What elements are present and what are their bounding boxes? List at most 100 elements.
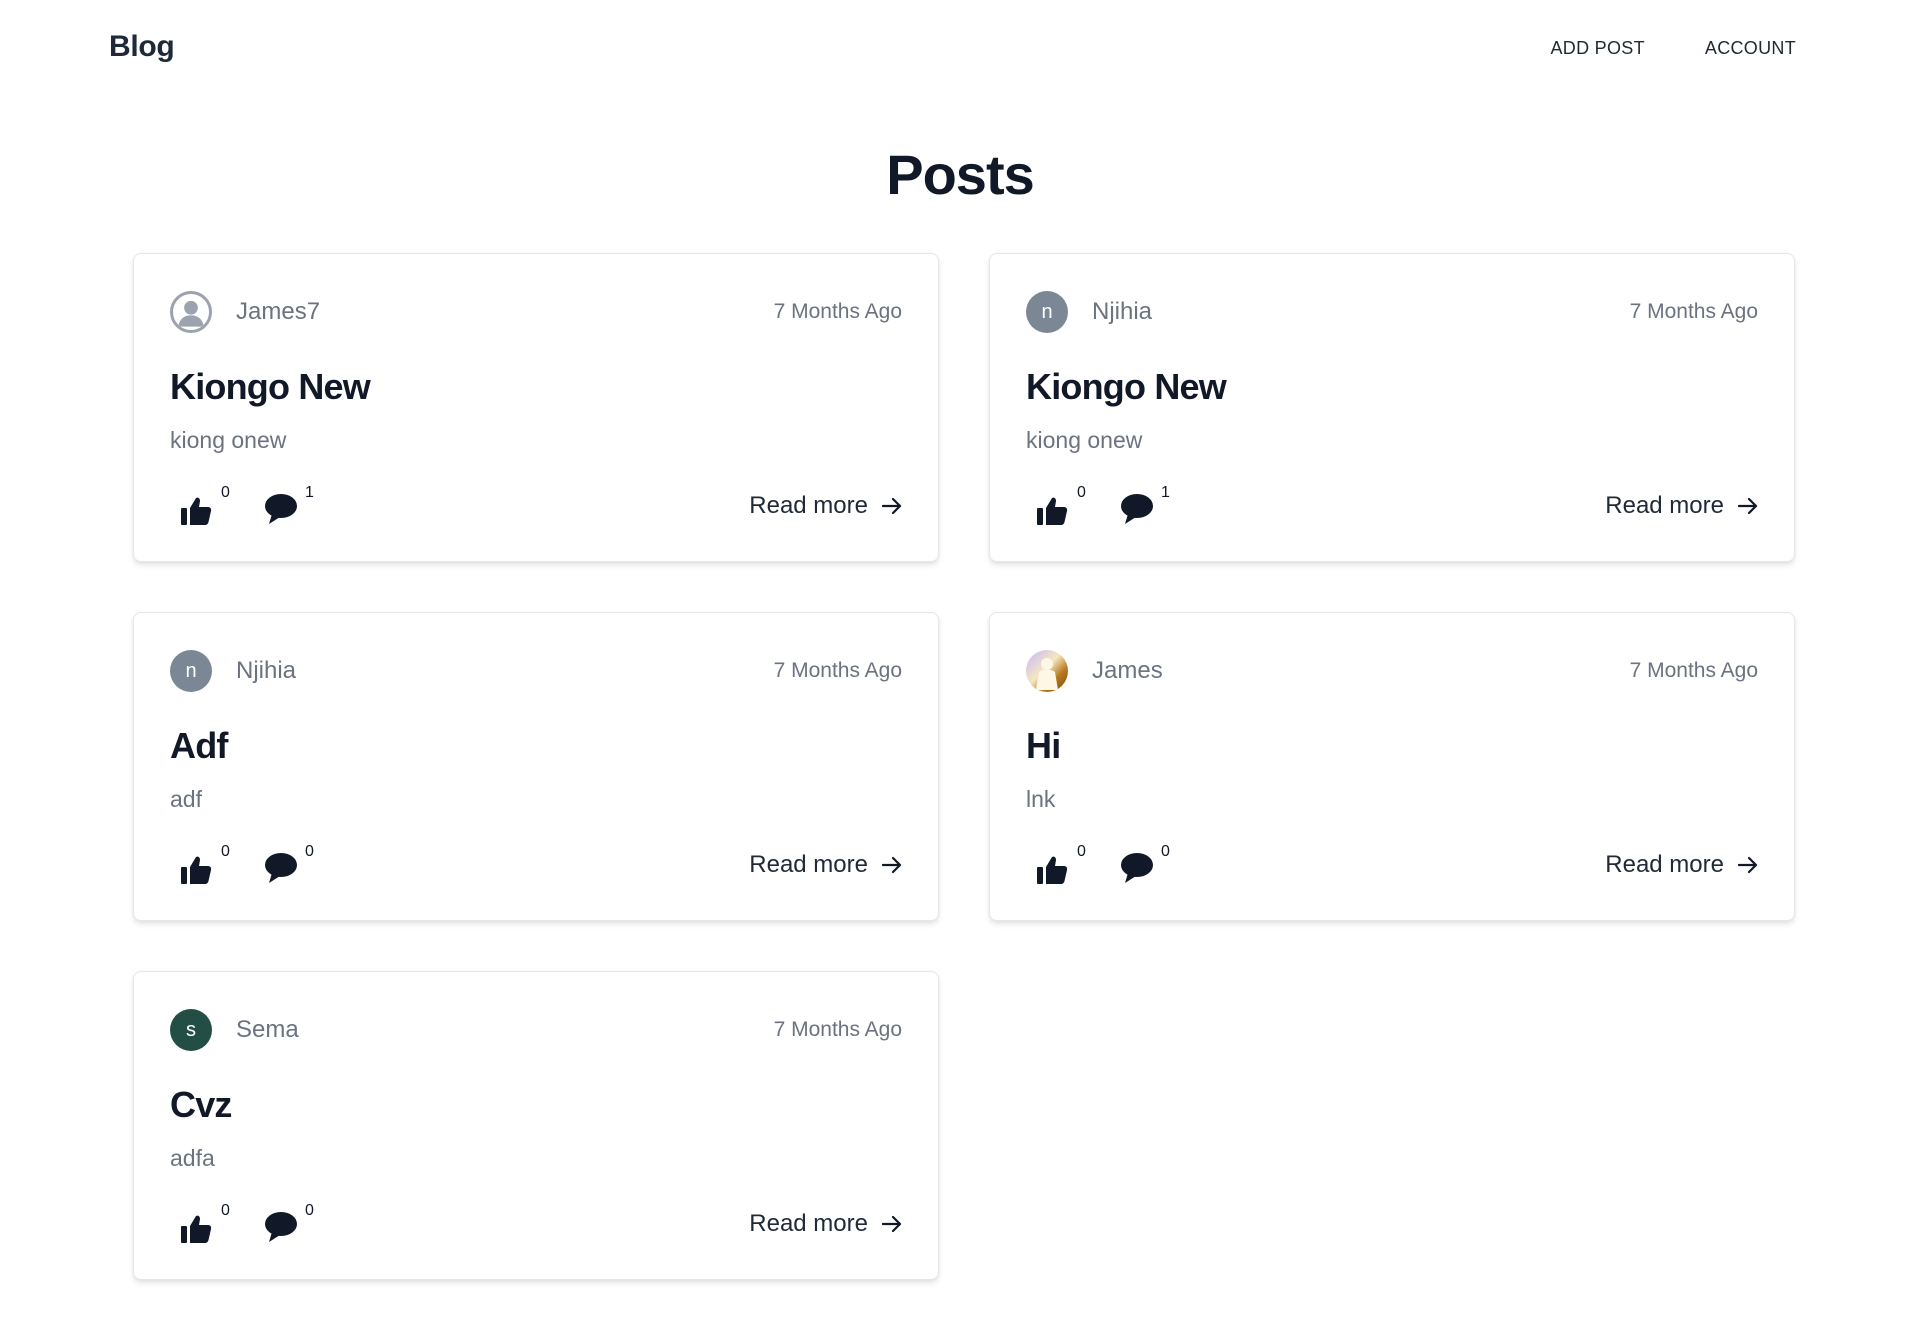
author-name: Njihia (236, 657, 297, 684)
read-more-label: Read more (1605, 492, 1724, 519)
thumbs-up-icon (181, 497, 212, 525)
card-footer: 0 1 Read more (1036, 482, 1758, 530)
comment-icon (1121, 494, 1153, 524)
post-excerpt: lnk (1026, 786, 1056, 812)
comment-count: 0 (305, 1202, 314, 1219)
avatar[interactable]: n (1026, 291, 1068, 333)
posts-grid: James7 7 Months Ago Kiongo New kiong one… (133, 253, 1795, 1280)
post-title[interactable]: Cvz (170, 1084, 232, 1126)
post-excerpt: kiong onew (1026, 427, 1143, 453)
card-footer: 0 0 Read more (1036, 841, 1758, 889)
like-count: 0 (1077, 484, 1086, 501)
author-name: James7 (236, 298, 321, 325)
like-count: 0 (221, 1202, 230, 1219)
card-header: n Njihia 7 Months Ago (170, 649, 902, 693)
post-timestamp: 7 Months Ago (773, 300, 902, 323)
post-timestamp: 7 Months Ago (1629, 300, 1758, 323)
author-name: Sema (236, 1016, 299, 1043)
author-info: n Njihia (170, 650, 296, 692)
author-info: s Sema (170, 1009, 299, 1051)
navbar: Blog ADD POST ACCOUNT (0, 0, 1920, 100)
post-title[interactable]: Kiongo New (1026, 366, 1227, 408)
post-excerpt: adfa (170, 1145, 215, 1171)
post-excerpt: kiong onew (170, 427, 287, 453)
post-timestamp: 7 Months Ago (773, 1018, 902, 1041)
post-stats: 0 1 (1036, 484, 1170, 526)
post-stats: 0 0 (1036, 843, 1170, 885)
arrow-right-icon (1738, 497, 1758, 515)
comment-icon (1121, 853, 1153, 883)
card-header: James7 7 Months Ago (170, 290, 902, 334)
comment-count: 0 (1161, 843, 1170, 860)
comment-button[interactable]: 1 (1120, 484, 1170, 526)
post-timestamp: 7 Months Ago (773, 659, 902, 682)
avatar[interactable]: n (170, 650, 212, 692)
read-more-link[interactable]: Read more (749, 492, 902, 520)
comment-icon (265, 853, 297, 883)
like-button[interactable]: 0 (1036, 484, 1086, 526)
post-card: n Njihia 7 Months Ago Adf adf 0 0 Read m… (133, 612, 939, 921)
arrow-right-icon (882, 856, 902, 874)
card-footer: 0 1 Read more (180, 482, 902, 530)
arrow-right-icon (882, 1215, 902, 1233)
comment-button[interactable]: 1 (264, 484, 314, 526)
comment-count: 0 (305, 843, 314, 860)
author-name: James (1092, 657, 1163, 684)
post-card: s Sema 7 Months Ago Cvz adfa 0 0 Read mo… (133, 971, 939, 1280)
nav-links: ADD POST ACCOUNT (1550, 38, 1796, 59)
avatar[interactable] (170, 291, 212, 333)
author-info: n Njihia (1026, 291, 1152, 333)
comment-count: 1 (305, 484, 314, 501)
read-more-label: Read more (1605, 851, 1724, 878)
post-card: n Njihia 7 Months Ago Kiongo New kiong o… (989, 253, 1795, 562)
comment-icon (265, 1212, 297, 1242)
account-link[interactable]: ACCOUNT (1705, 38, 1796, 59)
thumbs-up-icon (181, 856, 212, 884)
like-button[interactable]: 0 (180, 484, 230, 526)
post-card: James7 7 Months Ago Kiongo New kiong one… (133, 253, 939, 562)
like-button[interactable]: 0 (180, 1202, 230, 1244)
avatar-letter: n (1041, 300, 1053, 323)
author-info: James7 (170, 291, 320, 333)
like-button[interactable]: 0 (180, 843, 230, 885)
avatar[interactable] (1026, 650, 1068, 692)
thumbs-up-icon (181, 1215, 212, 1243)
comment-count: 1 (1161, 484, 1170, 501)
arrow-right-icon (882, 497, 902, 515)
post-stats: 0 0 (180, 1202, 314, 1244)
card-footer: 0 0 Read more (180, 841, 902, 889)
post-timestamp: 7 Months Ago (1629, 659, 1758, 682)
comment-button[interactable]: 0 (264, 1202, 314, 1244)
like-count: 0 (1077, 843, 1086, 860)
card-header: s Sema 7 Months Ago (170, 1008, 902, 1052)
read-more-link[interactable]: Read more (1605, 492, 1758, 520)
card-header: James 7 Months Ago (1026, 649, 1758, 693)
arrow-right-icon (1738, 856, 1758, 874)
card-footer: 0 0 Read more (180, 1200, 902, 1248)
thumbs-up-icon (1037, 856, 1068, 884)
read-more-link[interactable]: Read more (749, 851, 902, 879)
avatar[interactable]: s (170, 1009, 212, 1051)
user-photo-icon (1036, 658, 1058, 690)
read-more-link[interactable]: Read more (749, 1210, 902, 1238)
post-stats: 0 0 (180, 843, 314, 885)
post-title[interactable]: Hi (1026, 725, 1061, 767)
thumbs-up-icon (1037, 497, 1068, 525)
brand-logo[interactable]: Blog (109, 30, 175, 64)
add-post-link[interactable]: ADD POST (1550, 38, 1644, 59)
post-title[interactable]: Adf (170, 725, 228, 767)
author-info: James (1026, 650, 1163, 692)
comment-button[interactable]: 0 (264, 843, 314, 885)
like-count: 0 (221, 843, 230, 860)
avatar-letter: n (185, 659, 197, 682)
post-title[interactable]: Kiongo New (170, 366, 371, 408)
read-more-link[interactable]: Read more (1605, 851, 1758, 879)
comment-icon (265, 494, 297, 524)
card-header: n Njihia 7 Months Ago (1026, 290, 1758, 334)
read-more-label: Read more (749, 851, 868, 878)
read-more-label: Read more (749, 492, 868, 519)
avatar-letter: s (186, 1018, 196, 1041)
like-button[interactable]: 0 (1036, 843, 1086, 885)
comment-button[interactable]: 0 (1120, 843, 1170, 885)
post-card: James 7 Months Ago Hi lnk 0 0 Read more (989, 612, 1795, 921)
